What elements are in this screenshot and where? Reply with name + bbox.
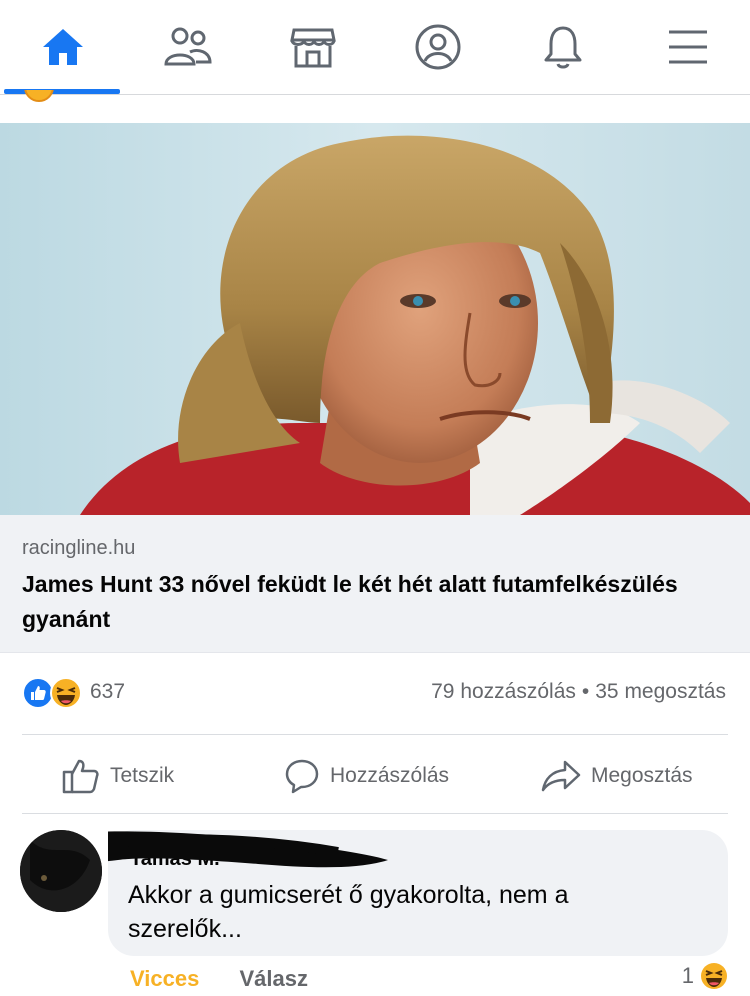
reaction-icons[interactable] [22,677,84,709]
avatar[interactable] [20,830,102,912]
share-arrow-icon [541,760,581,792]
comment-count[interactable]: 79 hozzászólás [431,680,576,703]
share-button[interactable]: Megosztás [541,740,693,812]
comment-reaction-count[interactable]: 1 [682,962,728,990]
divider [22,813,728,814]
post-stats: 637 79 hozzászólás • 35 megosztás [0,668,750,720]
nav-home[interactable] [0,0,125,94]
post-image[interactable] [0,123,750,515]
nav-notifications[interactable] [500,0,625,94]
like-button[interactable]: Tetszik [62,740,174,812]
haha-icon [701,963,727,989]
link-domain: racingline.hu [22,537,136,559]
like-icon [22,677,54,709]
top-navigation [0,0,750,95]
haha-icon [50,677,82,709]
comment-label: Hozzászólás [330,764,450,787]
comment-share-stats: 79 hozzászólás • 35 megosztás [431,680,726,704]
funny-reaction-button[interactable]: Vicces [130,966,199,991]
bell-icon [544,26,581,69]
reaction-count[interactable]: 637 [90,680,125,704]
like-label: Tetszik [110,764,175,787]
marketplace-icon [289,28,336,68]
profile-icon [415,24,460,70]
comment-text: Akkor a gumicserét ő gyakorolta, nem a s… [128,881,569,943]
friends-icon [163,27,212,66]
share-count[interactable]: 35 megosztás [595,680,726,703]
reply-button[interactable]: Válasz [239,966,308,991]
comment-button[interactable]: Hozzászólás [284,740,449,812]
comment-actions: Vicces Válasz [130,966,308,992]
post-actions: Tetszik Hozzászólás Megosztás [0,740,750,812]
divider [22,734,728,735]
comment-bubble: Tamás M. Akkor a gumicserét ő gyakorolta… [108,830,728,956]
redaction-scribble [108,831,388,868]
comment-reaction-number: 1 [681,963,694,988]
menu-icon [668,30,707,64]
portrait-photo [0,123,750,515]
home-icon [42,29,83,65]
link-preview[interactable]: racingline.hu James Hunt 33 nővel feküdt… [0,515,750,653]
share-label: Megosztás [591,764,693,787]
nav-menu[interactable] [625,0,750,94]
comment-icon [285,759,319,794]
link-title: James Hunt 33 nővel feküdt le két hét al… [22,571,678,632]
nav-friends[interactable] [125,0,250,94]
thumbs-up-icon [62,759,99,794]
haha-icon [22,90,56,104]
separator-dot: • [581,680,590,703]
nav-profile[interactable] [375,0,500,94]
nav-marketplace[interactable] [250,0,375,94]
